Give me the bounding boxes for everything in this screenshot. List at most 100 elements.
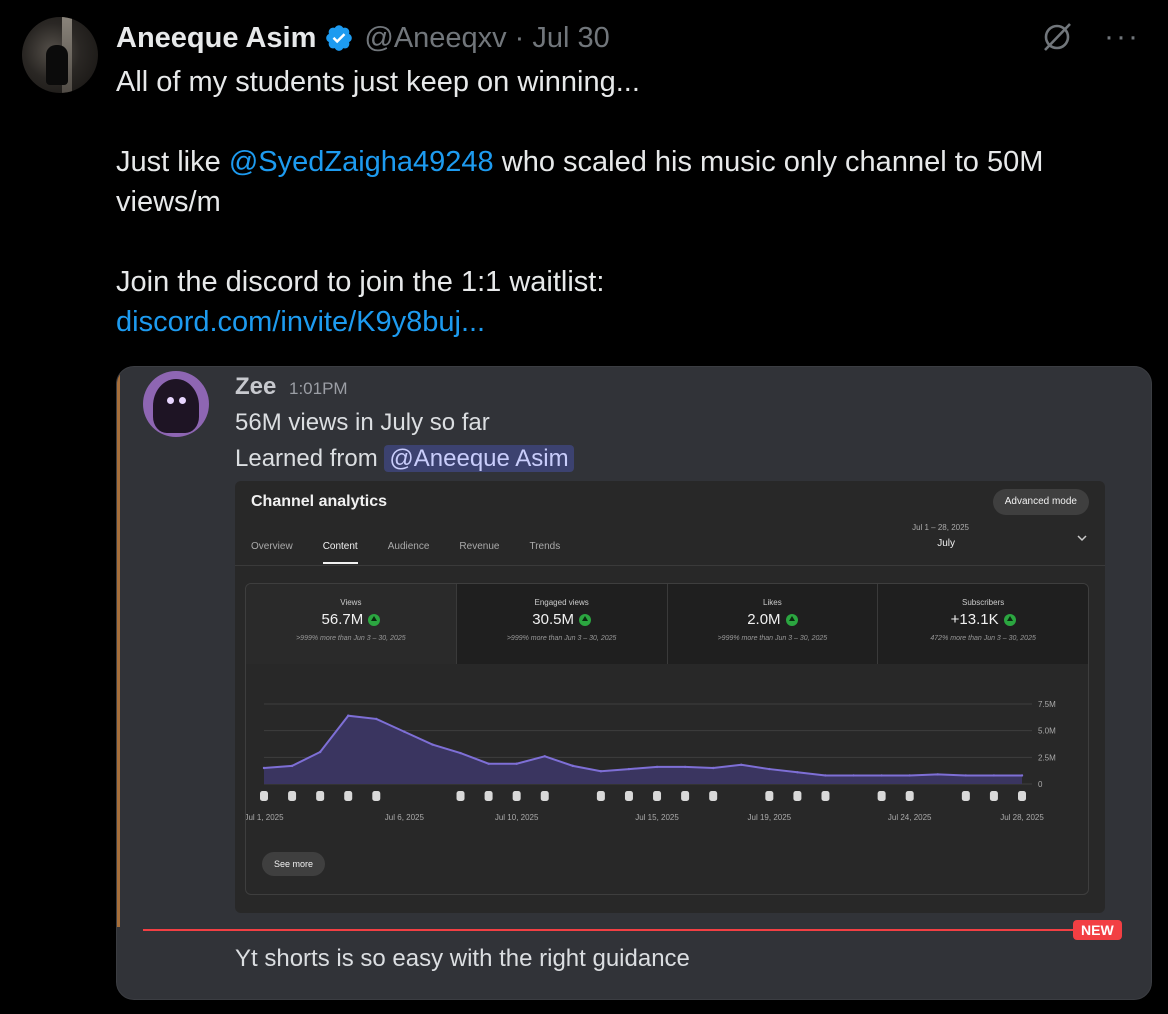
metric-value: 30.5M [532,611,574,628]
metric-subscribers: Subscribers +13.1K 472% more than Jun 3 … [878,584,1088,664]
tweet-header: Aneeque Asim @Aneeqxv · Jul 30 [116,18,610,58]
shorts-marker-icon [484,791,493,801]
shorts-marker-icon [456,791,465,801]
shorts-marker-icon [793,791,802,801]
data-point [543,755,546,758]
tweet-text: All of my students just keep on winning.… [116,62,1126,342]
tab-trends: Trends [529,541,561,552]
channel-analytics-card: Channel analytics Advanced mode Overview… [235,481,1105,913]
separator-dot: · [514,21,525,54]
data-point [627,767,631,771]
metric-views: Views 56.7M >999% more than Jun 3 – 30, … [246,584,457,664]
data-point [936,773,939,776]
tweet-line-2: Just like @SyedZaigha49248 who scaled hi… [116,146,1044,178]
more-options-icon[interactable]: ··· [1104,22,1140,52]
data-point [824,774,827,777]
shorts-marker-icon [905,791,914,801]
date-period: July [937,538,955,549]
x-tick-label: Jul 24, 2025 [888,813,932,822]
avatar-figure [46,45,68,85]
metrics-panel: Views 56.7M >999% more than Jun 3 – 30, … [245,583,1089,895]
arrow-up-icon [578,613,591,626]
data-point [880,774,883,777]
y-tick-label: 5.0M [1038,727,1056,736]
data-point [964,774,968,777]
metric-comparison: >999% more than Jun 3 – 30, 2025 [717,635,828,642]
shorts-marker-icon [624,791,633,801]
views-chart: 0 2.5M 5.0M 7.5M Jul 1, 2025 Jul 6, 2025 Jul 1… [246,700,1056,822]
highlight-bar [117,367,120,927]
discord-message-1: 56M views in July so far [235,409,490,436]
author-handle[interactable]: @Aneeqxv [364,22,506,55]
shorts-marker-icon [709,791,718,801]
data-point [768,767,771,771]
series-area [264,715,1022,784]
data-point [1020,774,1024,777]
shorts-marker-icon [596,791,605,801]
data-point [262,766,266,770]
metric-comparison: 472% more than Jun 3 – 30, 2025 [930,635,1036,642]
metric-label: Likes [763,598,782,607]
discord-link[interactable]: discord.com/invite/K9y8buj... [116,306,485,338]
x-tick-label: Jul 6, 2025 [385,813,425,822]
chevron-down-icon [1077,535,1087,542]
tweet-line-4: Join the discord to join the 1:1 waitlis… [116,266,605,298]
y-tick-label: 0 [1038,780,1043,789]
metric-value: 56.7M [321,611,364,628]
metric-value: +13.1K [950,611,999,628]
data-point [431,743,434,746]
data-point [711,766,715,770]
metric-label: Subscribers [962,598,1005,607]
shorts-marker-icon [372,791,381,801]
data-point [375,717,378,721]
tweet-media-image[interactable]: Zee 1:01PM 56M views in July so far Lear… [116,366,1152,1000]
data-point [852,774,855,777]
analytics-tabs: Overview Content Audience Revenue Trends [251,541,590,564]
y-tick-label: 7.5M [1038,700,1056,709]
tab-audience: Audience [387,541,430,552]
discord-message-2: Learned from @Aneeque Asim [235,445,574,473]
data-point [599,770,603,773]
mention-link[interactable]: @SyedZaigha49248 [229,146,494,178]
grok-icon[interactable] [1040,20,1074,54]
shorts-marker-icon [540,791,549,801]
metric-value: 2.0M [747,611,781,628]
data-point [655,765,659,769]
shorts-marker-icon [765,791,774,801]
tweet-line-1: All of my students just keep on winning.… [116,66,640,98]
x-tick-label: Jul 28, 2025 [1000,813,1044,822]
data-point [318,750,322,754]
tab-revenue: Revenue [459,541,500,552]
new-badge: NEW [1073,920,1122,940]
metric-engaged-views: Engaged views 30.5M >999% more than Jun … [456,584,668,664]
data-point [992,774,996,777]
date-range: Jul 1 – 28, 2025 [912,523,969,532]
shorts-marker-icon [260,791,268,801]
shorts-marker-icon [653,791,662,801]
author-name[interactable]: Aneeque Asim [116,22,316,55]
shorts-marker-icon [681,791,690,801]
tab-overview: Overview [251,541,293,552]
discord-message-3: Yt shorts is so easy with the right guid… [235,945,690,972]
shorts-marker-icon [288,791,297,801]
tweet-actions: ··· [1040,20,1140,54]
discord-username: Zee [235,373,277,400]
metric-cards: Views 56.7M >999% more than Jun 3 – 30, … [246,584,1088,664]
data-point [740,763,743,766]
y-tick-label: 2.5M [1038,753,1056,762]
tweet-date[interactable]: Jul 30 [532,22,609,55]
metric-likes: Likes 2.0M >999% more than Jun 3 – 30, 2… [667,584,879,664]
discord-mention: @Aneeque Asim [384,445,574,472]
shorts-marker-icon [344,791,353,801]
data-point [515,762,518,765]
shorts-marker-icon [1018,791,1026,801]
tweet-line-3: views/m [116,186,221,218]
data-point [459,751,462,755]
data-point [403,730,406,733]
arrow-up-icon [1003,613,1016,626]
data-point [908,774,911,777]
shorts-marker-icon [989,791,998,801]
x-tick-label: Jul 10, 2025 [495,813,539,822]
metric-comparison: >999% more than Jun 3 – 30, 2025 [506,635,617,642]
author-avatar[interactable] [22,17,98,93]
